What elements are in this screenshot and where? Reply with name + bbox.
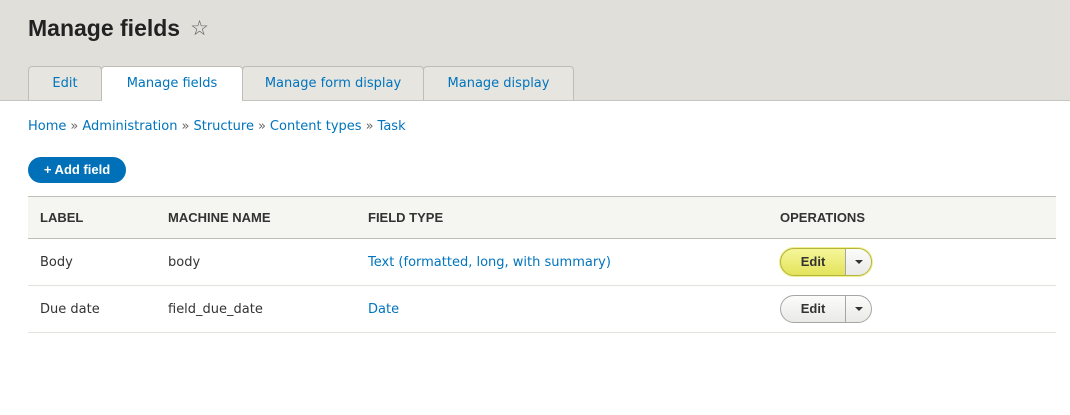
breadcrumb-structure[interactable]: Structure — [193, 119, 253, 134]
field-label: Due date — [28, 285, 156, 333]
tab-manage-display[interactable]: Manage display — [423, 66, 574, 100]
page-header: Manage fields ☆ Edit Manage fields Manag… — [0, 0, 1070, 101]
breadcrumb-home[interactable]: Home — [28, 119, 66, 134]
tab-bar: Edit Manage fields Manage form display M… — [28, 66, 574, 101]
header-label: LABEL — [28, 196, 156, 239]
star-icon[interactable]: ☆ — [190, 18, 209, 39]
breadcrumb: Home» Administration» Structure» Content ty… — [28, 119, 406, 134]
edit-button[interactable]: Edit — [781, 296, 846, 322]
breadcrumb-content-types[interactable]: Content types — [270, 119, 362, 134]
breadcrumb-administration[interactable]: Administration — [82, 119, 177, 134]
tab-edit[interactable]: Edit — [28, 66, 102, 100]
operations-cell: Edit — [768, 285, 1056, 333]
header-operations: OPERATIONS — [768, 196, 1056, 239]
page-title: Manage fields — [28, 15, 181, 41]
page-title-wrap: Manage fields ☆ — [28, 15, 209, 42]
fields-table: LABEL MACHINE NAME FIELD TYPE OPERATIONS… — [28, 196, 1056, 333]
operations-toggle[interactable] — [846, 249, 871, 275]
field-type-cell: Date — [356, 285, 768, 333]
breadcrumb-separator: » — [181, 119, 190, 134]
operations-toggle[interactable] — [846, 296, 871, 322]
field-type-cell: Text (formatted, long, with summary) — [356, 238, 768, 286]
table-row: Due date field_due_date Date Edit — [28, 285, 1056, 333]
operations-dropbutton: Edit — [780, 295, 872, 323]
tab-manage-form-display[interactable]: Manage form display — [242, 66, 424, 100]
table-header-row: LABEL MACHINE NAME FIELD TYPE OPERATIONS — [28, 196, 1056, 239]
breadcrumb-task[interactable]: Task — [378, 119, 406, 134]
chevron-down-icon — [854, 307, 863, 311]
header-field-type: FIELD TYPE — [356, 196, 768, 239]
header-machine-name: MACHINE NAME — [156, 196, 356, 239]
operations-cell: Edit — [768, 238, 1056, 286]
tab-manage-fields[interactable]: Manage fields — [101, 66, 243, 101]
edit-button[interactable]: Edit — [781, 249, 846, 275]
table-row: Body body Text (formatted, long, with su… — [28, 238, 1056, 286]
add-field-button[interactable]: + Add field — [28, 157, 126, 183]
field-machine-name: field_due_date — [156, 285, 356, 333]
breadcrumb-separator: » — [70, 119, 79, 134]
operations-dropbutton: Edit — [780, 248, 872, 276]
field-type-link[interactable]: Text (formatted, long, with summary) — [368, 255, 611, 270]
breadcrumb-separator: » — [257, 119, 266, 134]
chevron-down-icon — [854, 260, 863, 264]
field-machine-name: body — [156, 238, 356, 286]
field-label: Body — [28, 238, 156, 286]
breadcrumb-separator: » — [365, 119, 374, 134]
field-type-link[interactable]: Date — [368, 302, 399, 317]
